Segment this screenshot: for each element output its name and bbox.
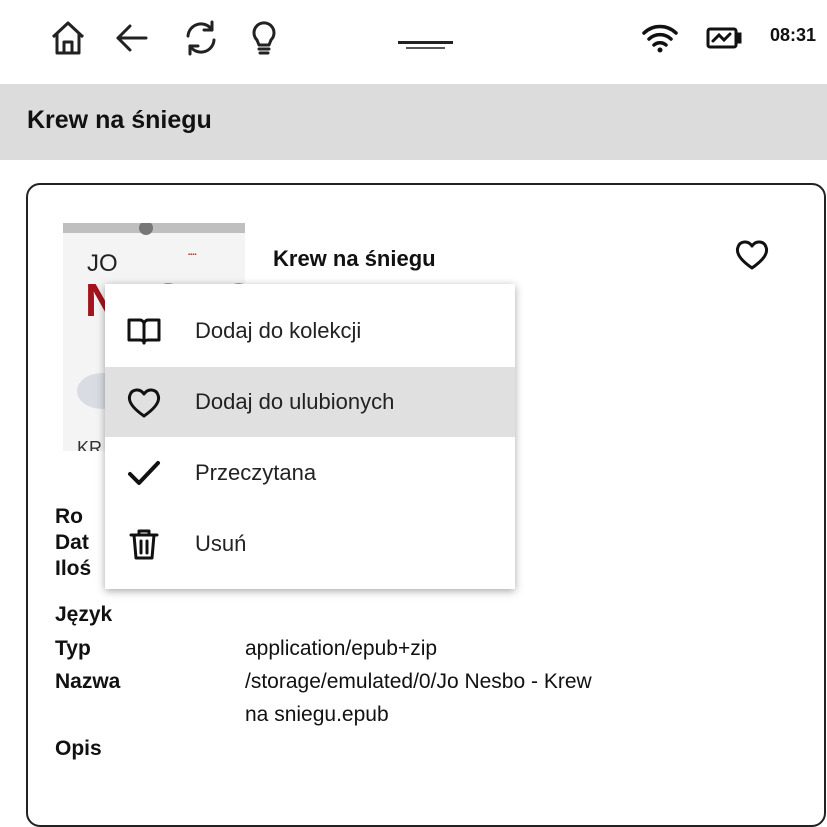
detail-row-description: Opis [55,737,102,761]
heart-outline-icon [125,383,163,421]
cover-stamp: ▪▪▪▪ [188,252,197,258]
title-bar: Krew na śniegu [0,84,827,160]
page-title: Krew na śniegu [27,106,212,134]
book-title: Krew na śniegu [273,246,436,271]
menu-item-label: Dodaj do ulubionych [195,389,395,414]
status-bar: 08:31 [0,0,827,75]
detail-value-cont: na sniegu.epub [245,703,389,726]
menu-item-mark-read[interactable]: Przeczytana [105,438,515,508]
menu-item-add-to-collection[interactable]: Dodaj do kolekcji [105,296,515,366]
menu-item-label: Przeczytana [195,460,317,485]
book-open-icon [125,312,163,350]
detail-row-size: Ro [55,505,83,529]
detail-label: Iloś [55,557,92,580]
detail-value: application/epub+zip [245,637,438,660]
detail-row-language: Język [55,603,112,627]
trash-icon [125,525,163,563]
detail-row-pages: Iloś [55,557,91,581]
checkmark-icon [125,454,163,492]
menu-item-label: Dodaj do kolekcji [195,318,362,343]
clock: 08:31 [770,25,817,45]
cover-band [63,223,245,235]
detail-row-filename: Nazwa /storage/emulated/0/Jo Nesbo - Kre… [55,670,592,694]
detail-label: Ro [55,505,83,528]
detail-label: Opis [55,737,102,760]
detail-label: Typ [55,637,91,660]
menu-item-delete[interactable]: Usuń [105,509,515,579]
detail-value: /storage/emulated/0/Jo Nesbo - Krew [245,670,592,693]
wifi-icon [640,18,680,58]
detail-row-type: Typ application/epub+zip [55,637,437,661]
back-arrow-icon[interactable] [112,18,152,58]
context-menu: Dodaj do kolekcji Dodaj do ulubionych Pr… [105,284,515,589]
battery-charging-icon [704,18,744,58]
favorite-heart-icon[interactable] [733,235,771,273]
pull-down-handle[interactable] [398,41,453,44]
lightbulb-icon[interactable] [244,18,284,58]
home-icon[interactable] [48,18,88,58]
menu-item-label: Usuń [195,531,247,556]
cover-badge [139,223,153,235]
detail-label: Nazwa [55,670,121,693]
menu-item-add-to-favorites[interactable]: Dodaj do ulubionych [105,367,515,437]
detail-label: Dat [55,531,89,554]
detail-label: Język [55,603,113,626]
cover-title-fragment: KR [77,438,103,451]
refresh-icon[interactable] [181,18,221,58]
pull-down-handle-line [406,47,445,49]
detail-row-date: Dat [55,531,89,555]
